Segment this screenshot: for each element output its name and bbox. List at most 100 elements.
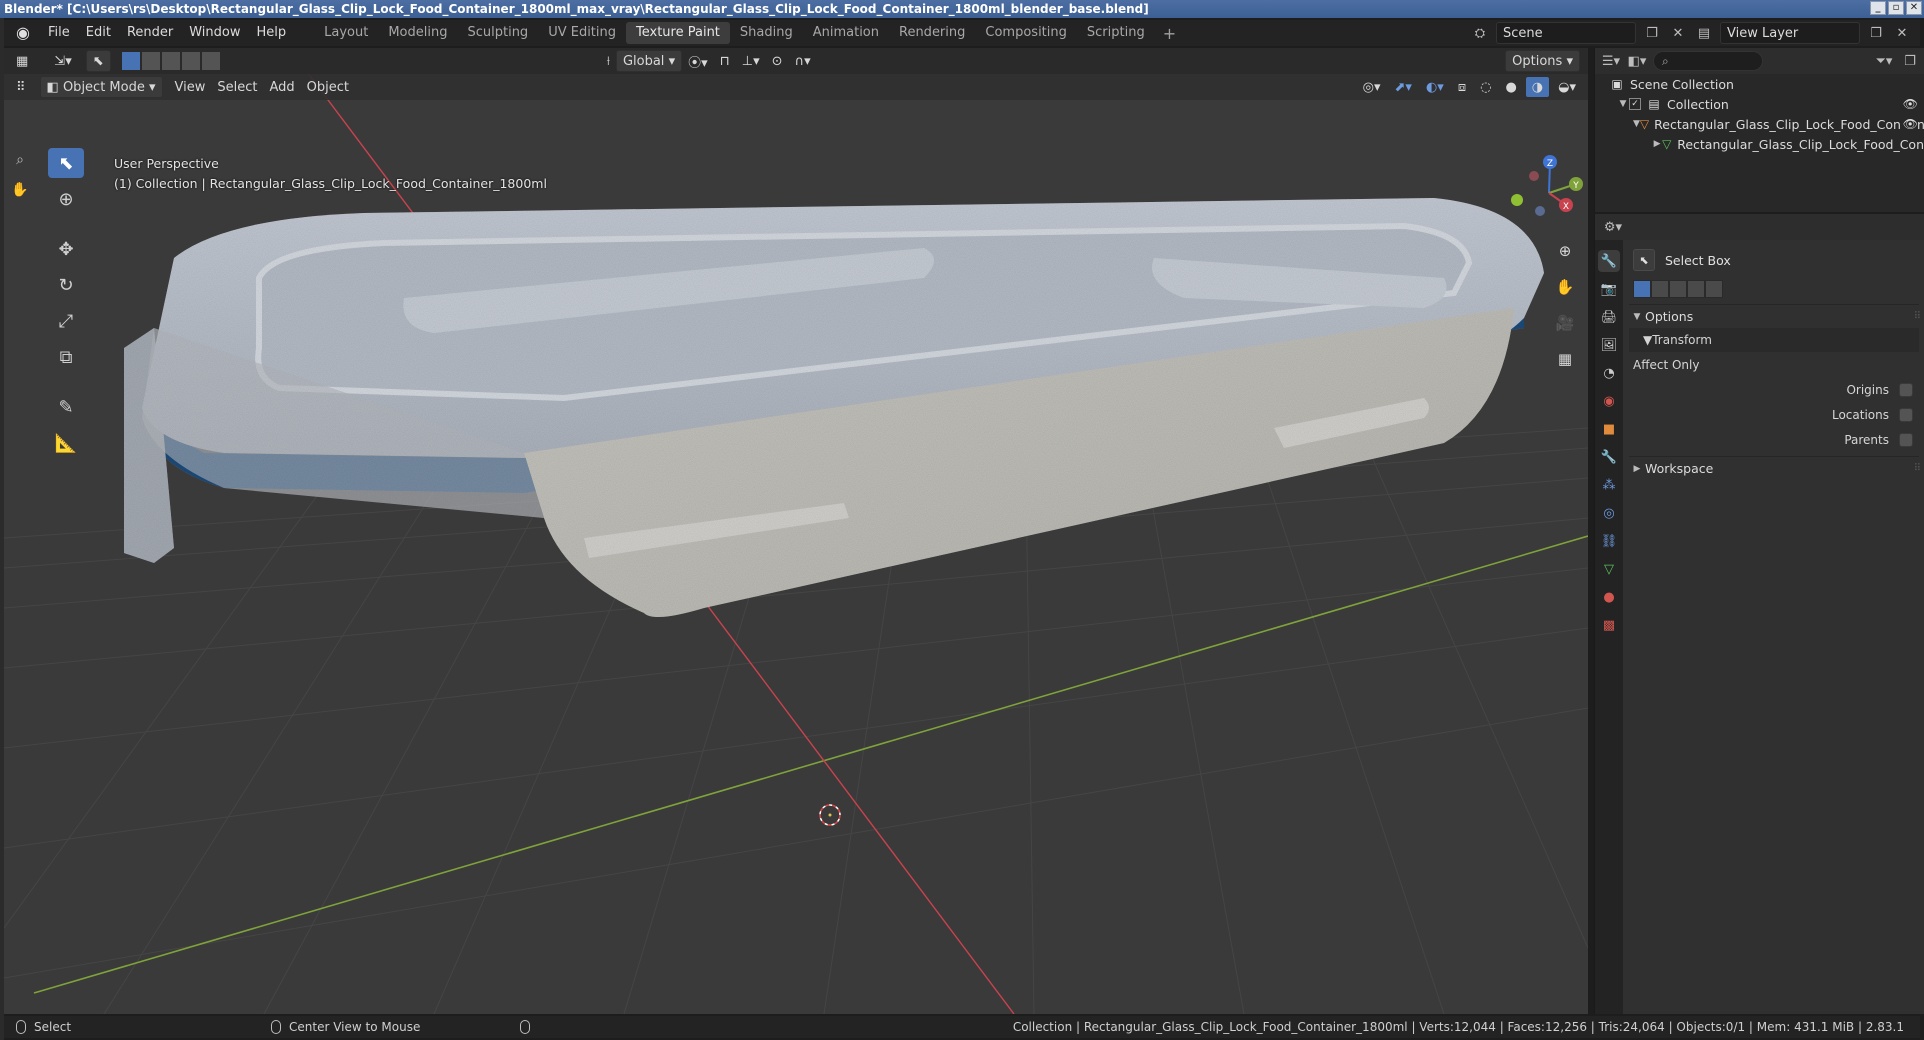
select-box-icon[interactable]: ⬉ — [48, 148, 84, 178]
visibility-icon[interactable]: ◎▾ — [1357, 76, 1387, 98]
close-button[interactable]: ✕ — [1906, 1, 1922, 15]
mode-subtract-icon[interactable] — [160, 51, 181, 71]
editor-type-icon[interactable]: ▦ — [10, 50, 34, 72]
drag-grip-icon[interactable]: ⠿ — [1914, 311, 1921, 322]
hand-icon[interactable]: ✋ — [11, 182, 28, 198]
3d-viewport[interactable]: ▦ ⇲▾ ⬉ ⟊ Global ▾ ⦿▾ ⊓ ⊥▾ ⊙ ∩▾ Options ▾… — [4, 48, 1588, 1014]
neg-y-axis-icon[interactable] — [1511, 194, 1523, 206]
mode-extend-icon[interactable] — [140, 51, 161, 71]
tab-texture-paint[interactable]: Texture Paint — [626, 22, 730, 44]
overlay-toggle-icon[interactable]: ◐▾ — [1420, 76, 1450, 98]
menu-render[interactable]: Render — [119, 20, 181, 46]
collapse-arrow-icon[interactable]: ▼ — [1643, 333, 1652, 347]
mode-dropdown[interactable]: ◧ Object Mode ▾ — [39, 76, 163, 98]
object-tab-icon[interactable]: ■ — [1598, 418, 1620, 440]
visibility-eye-icon[interactable]: 👁 — [1900, 117, 1918, 131]
move-tool-icon[interactable]: ✥ — [48, 234, 84, 264]
scene-tab-icon[interactable]: ◔ — [1598, 362, 1620, 384]
transform-subpanel-header[interactable]: ▼ Transform — [1629, 328, 1919, 352]
options-panel-header[interactable]: ▼ Options ⠿ — [1629, 304, 1921, 328]
menu-select[interactable]: Select — [211, 76, 263, 98]
tool-settings-icon[interactable]: ⇲▾ — [48, 50, 77, 72]
parents-checkbox[interactable] — [1899, 432, 1913, 447]
food-container-mesh[interactable] — [124, 198, 1544, 617]
constraints-tab-icon[interactable]: ⛓ — [1598, 530, 1620, 552]
wireframe-shading-icon[interactable]: ◌ — [1474, 76, 1497, 98]
orientation-icon[interactable]: ⟊ — [601, 50, 616, 72]
annotate-tool-icon[interactable]: ✎ — [48, 392, 84, 422]
mode-subtract-icon[interactable] — [1669, 280, 1687, 298]
pan-view-icon[interactable]: ✋ — [1552, 274, 1578, 300]
view-layer-tab-icon[interactable]: 🖼 — [1598, 334, 1620, 356]
new-collection-icon[interactable]: ❐ — [1900, 51, 1920, 71]
menu-help[interactable]: Help — [249, 20, 295, 46]
3d-cursor[interactable] — [819, 804, 841, 826]
menu-add[interactable]: Add — [264, 76, 301, 98]
scale-tool-icon[interactable]: ⤢ — [48, 306, 84, 336]
collapse-arrow-icon[interactable]: ▼ — [1617, 99, 1629, 109]
navigation-gizmo[interactable]: Z Y X — [1504, 148, 1588, 248]
transform-orientation-dropdown[interactable]: Global ▾ — [615, 50, 683, 72]
data-tab-icon[interactable]: ▽ — [1598, 558, 1620, 580]
modifier-tab-icon[interactable]: 🔧 — [1598, 446, 1620, 468]
menu-object[interactable]: Object — [301, 76, 355, 98]
mode-extend-icon[interactable] — [1651, 280, 1669, 298]
texture-tab-icon[interactable]: ▩ — [1598, 614, 1620, 636]
mode-invert-icon[interactable] — [180, 51, 201, 71]
new-scene-icon[interactable]: ❐ — [1642, 23, 1662, 43]
tab-animation[interactable]: Animation — [803, 22, 889, 44]
expand-arrow-icon[interactable]: ▶ — [1629, 464, 1645, 474]
new-view-layer-icon[interactable]: ❐ — [1866, 23, 1886, 43]
properties-editor-icon[interactable]: ⚙▾ — [1603, 217, 1623, 237]
snap-icon[interactable]: ⊓ — [714, 50, 736, 72]
zoom-view-icon[interactable]: ⊕ — [1552, 238, 1578, 264]
tab-uv-editing[interactable]: UV Editing — [538, 22, 626, 44]
minimize-button[interactable]: _ — [1870, 1, 1886, 15]
output-tab-icon[interactable]: 🖨 — [1598, 306, 1620, 328]
tool-mode-segment[interactable] — [1633, 280, 1919, 298]
checkbox-checked-icon[interactable]: ✓ — [1629, 98, 1641, 110]
cursor-tool-icon[interactable]: ⊕ — [48, 184, 84, 214]
proportional-edit-icon[interactable]: ⊙ — [766, 50, 789, 72]
visibility-eye-icon[interactable]: 👁 — [1903, 97, 1918, 111]
tab-rendering[interactable]: Rendering — [889, 22, 975, 44]
tab-layout[interactable]: Layout — [314, 22, 378, 44]
locations-checkbox[interactable] — [1899, 407, 1913, 422]
view-layer-field[interactable]: View Layer — [1720, 22, 1860, 44]
ortho-toggle-icon[interactable]: ▦ — [1552, 346, 1578, 372]
outliner-mesh-row[interactable]: ▶ ▽ Rectangular_Glass_Clip_Lock_Food_Con — [1595, 134, 1924, 154]
remove-scene-icon[interactable]: ✕ — [1668, 23, 1688, 43]
blender-logo-icon[interactable]: ◉ — [12, 22, 34, 44]
material-tab-icon[interactable]: ● — [1598, 586, 1620, 608]
menu-view[interactable]: View — [169, 76, 212, 98]
camera-view-icon[interactable]: 🎥 — [1552, 310, 1578, 336]
physics-tab-icon[interactable]: ◎ — [1598, 502, 1620, 524]
outliner-object-row[interactable]: ▼ ▽ Rectangular_Glass_Clip_Lock_Food_Con… — [1595, 114, 1924, 134]
tab-sculpting[interactable]: Sculpting — [457, 22, 538, 44]
outliner-scene-collection[interactable]: ▣ Scene Collection — [1595, 74, 1924, 94]
select-tool-icon[interactable]: ⬉ — [85, 50, 111, 72]
neg-x-axis-icon[interactable] — [1529, 171, 1539, 181]
mode-set-icon[interactable] — [120, 51, 141, 71]
display-mode-icon[interactable]: ◧▾ — [1627, 51, 1647, 71]
expand-arrow-icon[interactable]: ▶ — [1653, 139, 1661, 149]
falloff-icon[interactable]: ∩▾ — [789, 50, 817, 72]
solid-shading-icon[interactable]: ● — [1499, 76, 1522, 98]
gizmo-toggle-icon[interactable]: ⬈▾ — [1389, 76, 1418, 98]
grid-icon[interactable]: ⠿ — [10, 76, 32, 98]
tool-tab-icon[interactable]: 🔧 — [1598, 250, 1620, 272]
view-layer-icon[interactable]: ▤ — [1694, 23, 1714, 43]
menu-window[interactable]: Window — [181, 20, 248, 46]
collapse-arrow-icon[interactable]: ▼ — [1633, 119, 1640, 129]
render-tab-icon[interactable]: 📷 — [1598, 278, 1620, 300]
outliner-search-input[interactable]: ⌕ — [1653, 51, 1763, 71]
filter-icon[interactable]: ⏷▾ — [1874, 51, 1894, 71]
mode-intersect-icon[interactable] — [200, 51, 221, 71]
scene-icon[interactable]: ⛭ — [1470, 23, 1490, 43]
remove-view-layer-icon[interactable]: ✕ — [1892, 23, 1912, 43]
menu-edit[interactable]: Edit — [78, 20, 119, 46]
selection-mode-segment[interactable] — [120, 51, 221, 71]
mode-intersect-icon[interactable] — [1705, 280, 1723, 298]
mode-set-icon[interactable] — [1633, 280, 1651, 298]
tab-compositing[interactable]: Compositing — [975, 22, 1077, 44]
